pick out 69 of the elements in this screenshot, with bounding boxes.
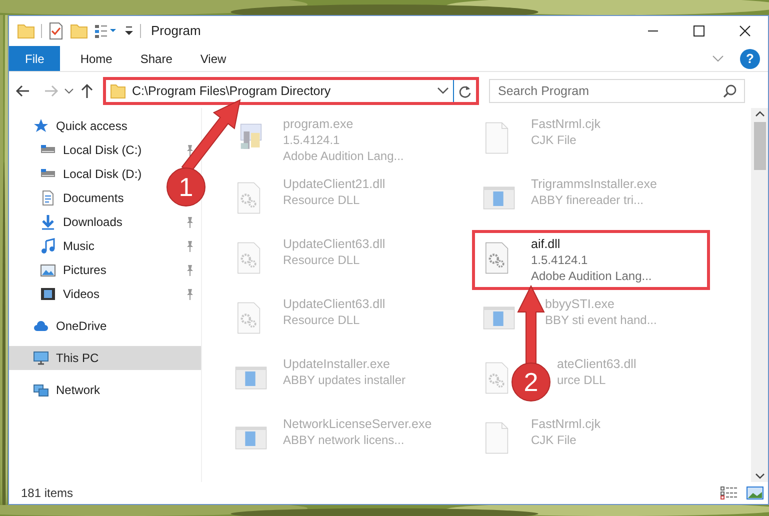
close-icon [739,25,751,37]
sidebar-item[interactable]: Local Disk (C:) [63,141,142,159]
pin-icon[interactable] [185,264,195,276]
sidebar-item[interactable]: Downloads [63,213,122,231]
file-detail: Adobe Audition Lang... [283,148,404,164]
pin-icon[interactable] [185,288,195,300]
recent-locations-icon[interactable] [63,86,75,96]
up-arrow-icon [79,82,95,99]
item-count: 181 items [21,485,74,502]
search-field[interactable]: Search Program [489,79,745,103]
pin-icon[interactable] [185,240,195,252]
address-field[interactable]: C:\Program Files\Program Directory [106,80,454,102]
search-icon[interactable] [723,84,737,98]
cloud-icon[interactable] [33,318,49,334]
file-name[interactable]: aif.dll [531,237,652,252]
file-detail: CJK File [531,432,578,448]
maximize-icon [693,25,705,37]
pin-icon[interactable] [185,144,195,156]
pin-icon[interactable] [185,216,195,228]
window-title: Program [151,22,201,40]
file-detail: CJK File [531,132,578,148]
file-detail: Resource DLL [283,312,361,328]
ribbon-tab[interactable]: Home [66,46,126,71]
ribbon-tab[interactable]: View [186,46,240,71]
sidebar-item[interactable]: Quick access [56,117,128,135]
file-detail: Resource DLL [283,192,361,208]
sidebar-item[interactable]: Network [56,381,100,399]
folder-icon [110,83,126,99]
help-button[interactable]: ? [740,48,760,68]
music-note-icon[interactable] [40,238,56,254]
address-path: C:\Program Files\Program Directory [132,82,332,100]
large-icons-view-icon[interactable] [746,486,764,500]
refresh-icon [458,84,472,99]
customize-caret-icon[interactable] [124,24,134,38]
scrollbar-thumb[interactable] [754,122,766,170]
file-detail: 1.5.4124.1 [531,252,589,268]
file-detail: ABBY network licens... [283,432,406,448]
sidebar-item[interactable]: Pictures [63,261,106,279]
view-options-icon[interactable] [94,23,118,39]
document-icon[interactable] [40,190,56,206]
file-detail: BBY sti event hand... [545,312,657,328]
picture-icon[interactable] [40,262,56,278]
back-arrow-icon [15,82,31,99]
ribbon-tab[interactable]: Share [126,46,186,71]
details-view-icon[interactable] [720,486,738,500]
film-icon[interactable] [40,286,56,302]
step-badge: 2 [512,362,550,402]
star-icon[interactable] [33,118,49,134]
file-detail: Resource DLL [283,252,361,268]
expand-ribbon-icon[interactable] [712,54,724,64]
file-detail: Adobe Audition Lang... [531,268,652,284]
dropdown-chevron-icon[interactable] [437,86,449,96]
sidebar-item[interactable]: Videos [63,285,100,303]
file-detail: ABBY finereader tri... [531,192,644,208]
properties-icon[interactable] [48,22,64,40]
sidebar-item[interactable]: Documents [63,189,124,207]
sidebar-item[interactable]: Music [63,237,94,255]
ribbon-tab[interactable]: File [9,46,60,71]
file-detail: urce DLL [557,372,607,388]
sidebar-item[interactable]: Local Disk (D:) [63,165,142,183]
file-detail: 1.5.4124.1 [283,132,341,148]
sidebar-item[interactable]: This PC [56,349,99,367]
monitor-icon[interactable] [33,350,49,366]
network-icon[interactable] [33,382,49,398]
download-icon[interactable] [40,214,56,230]
file-detail: ABBY updates installer [283,372,406,388]
step-badge: 1 [166,168,206,206]
forward-arrow-icon [43,82,59,99]
sidebar-item[interactable]: OneDrive [56,317,107,335]
